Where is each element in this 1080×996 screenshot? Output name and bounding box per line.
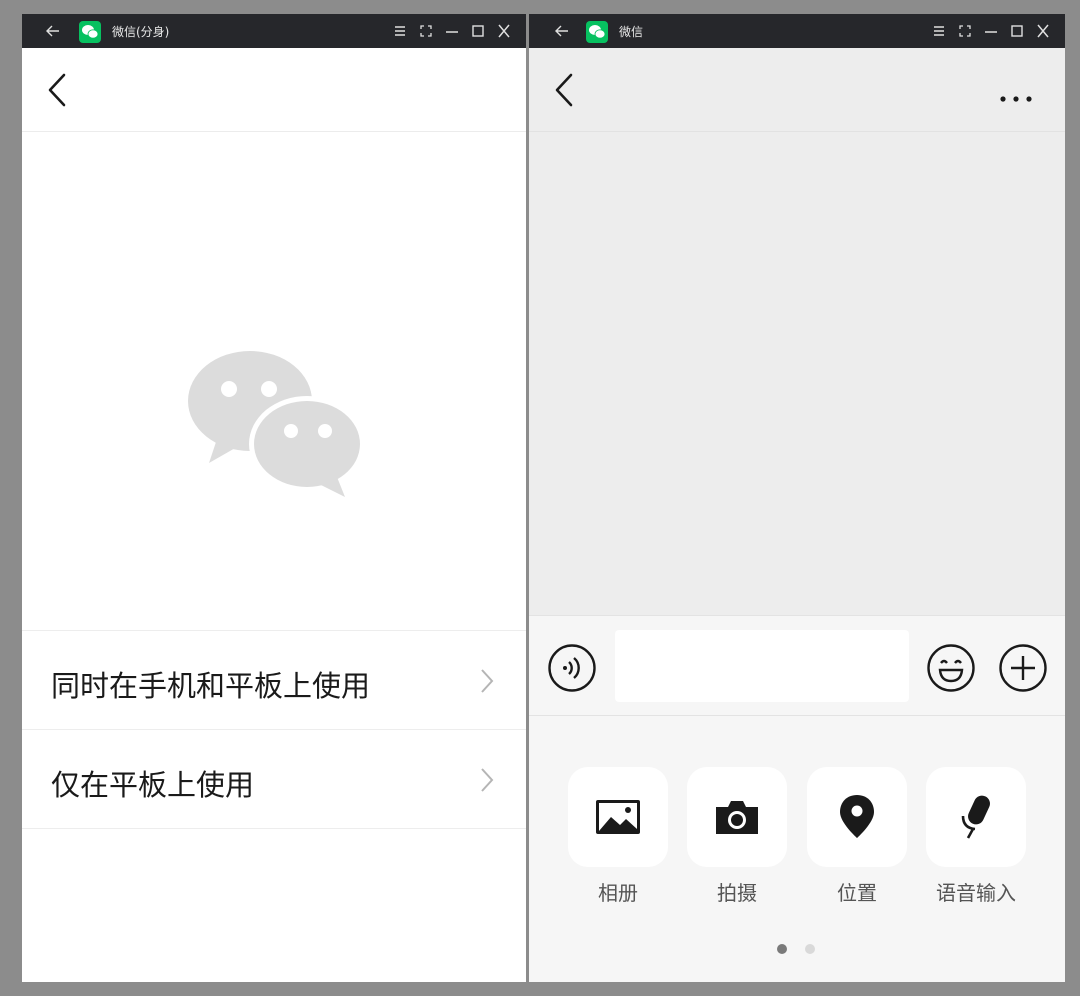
wechat-logo-icon: [586, 21, 608, 43]
right-titlebar: 微信: [529, 14, 1065, 48]
maximize-icon[interactable]: [1009, 22, 1025, 40]
left-titlebar: 微信(分身): [22, 14, 526, 48]
window-controls: [931, 22, 1051, 40]
chat-input-bar: [529, 615, 1065, 716]
tool-voice-input[interactable]: 语音输入: [926, 767, 1026, 906]
back-icon[interactable]: [553, 72, 575, 108]
left-navbar: [22, 48, 526, 132]
chevron-right-icon: [480, 668, 494, 694]
function-panel: 相册 拍摄 位置 语音输入: [529, 716, 1065, 982]
tool-camera-box: [687, 767, 787, 867]
voice-message-icon[interactable]: [547, 643, 597, 693]
fullscreen-icon[interactable]: [418, 22, 434, 40]
option-label: 仅在平板上使用: [51, 768, 255, 802]
window-title: 微信: [619, 25, 644, 39]
window-controls: [392, 22, 512, 40]
titlebar-back-icon[interactable]: [44, 22, 62, 40]
tool-label: 相册: [598, 881, 638, 905]
tool-album-box: [568, 767, 668, 867]
option-phone-and-tablet[interactable]: 同时在手机和平板上使用: [22, 631, 526, 730]
option-label: 同时在手机和平板上使用: [51, 669, 371, 703]
minimize-icon[interactable]: [983, 22, 999, 40]
wechat-logo-icon: [79, 21, 101, 43]
left-app-window: 微信(分身) 同时在手机和平板上使用 仅在平板上使用: [22, 14, 526, 982]
page-indicator: [777, 944, 815, 954]
tool-album[interactable]: 相册: [568, 767, 668, 906]
usage-option-list: 同时在手机和平板上使用 仅在平板上使用: [22, 630, 526, 829]
tool-label: 语音输入: [936, 881, 1016, 905]
minimize-icon[interactable]: [444, 22, 460, 40]
page-dot[interactable]: [805, 944, 815, 954]
chat-navbar: [529, 48, 1065, 132]
right-app-window: 微信 相册 拍摄 位置 语音输入: [529, 14, 1065, 982]
tool-voice-input-box: [926, 767, 1026, 867]
maximize-icon[interactable]: [470, 22, 486, 40]
tool-location[interactable]: 位置: [807, 767, 907, 906]
emoji-icon[interactable]: [926, 643, 976, 693]
close-icon[interactable]: [496, 22, 512, 40]
menu-icon[interactable]: [392, 22, 408, 40]
more-options-icon[interactable]: [999, 88, 1033, 102]
tool-camera[interactable]: 拍摄: [687, 767, 787, 906]
close-icon[interactable]: [1035, 22, 1051, 40]
chevron-right-icon: [480, 767, 494, 793]
fullscreen-icon[interactable]: [957, 22, 973, 40]
message-input[interactable]: [615, 630, 909, 702]
window-title: 微信(分身): [112, 25, 170, 39]
titlebar-back-icon[interactable]: [553, 22, 571, 40]
menu-icon[interactable]: [931, 22, 947, 40]
tool-location-box: [807, 767, 907, 867]
wechat-placeholder-logo-icon: [187, 351, 365, 497]
tool-label: 拍摄: [717, 881, 757, 905]
option-tablet-only[interactable]: 仅在平板上使用: [22, 730, 526, 829]
page-dot-active[interactable]: [777, 944, 787, 954]
tool-label: 位置: [837, 881, 877, 905]
more-functions-plus-icon[interactable]: [998, 643, 1048, 693]
back-icon[interactable]: [46, 72, 68, 108]
